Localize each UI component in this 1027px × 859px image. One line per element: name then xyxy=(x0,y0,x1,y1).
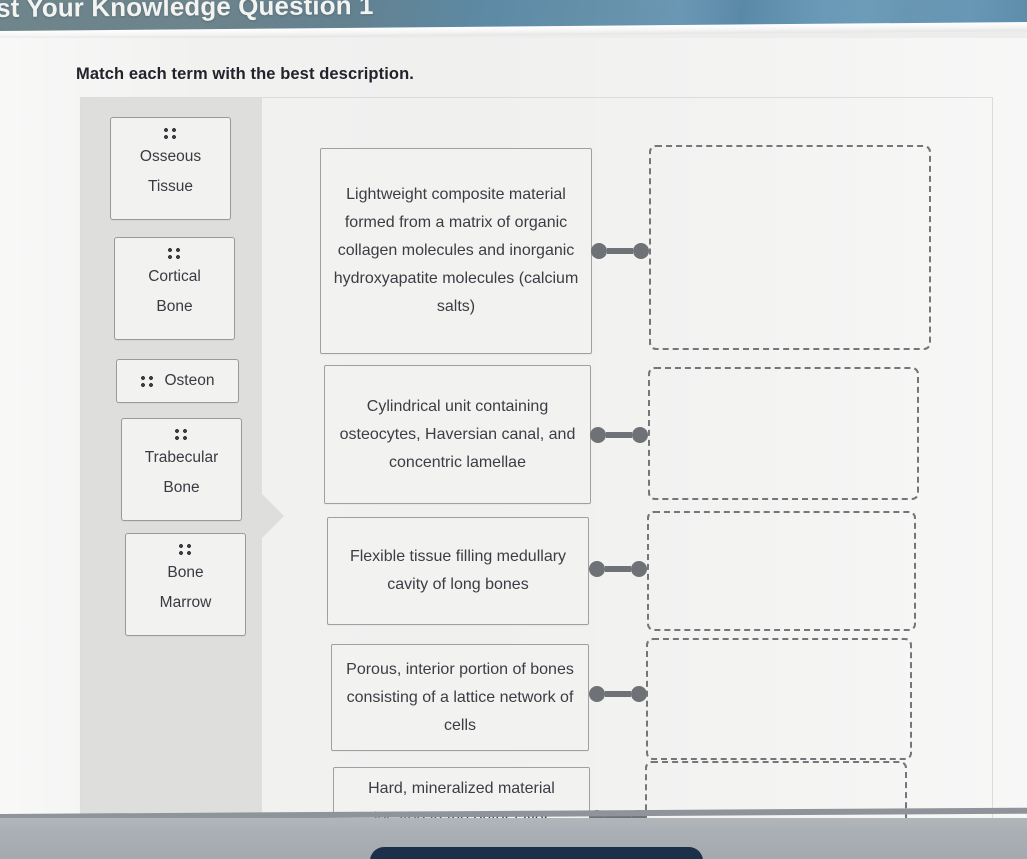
connector-knob-left xyxy=(590,427,606,443)
drag-handle-icon[interactable] xyxy=(168,248,181,259)
term-chip-trabecular-bone[interactable]: Trabecular Bone xyxy=(121,418,242,521)
connector-knob-right xyxy=(631,561,647,577)
connector-knob-left xyxy=(589,686,605,702)
description-card[interactable]: Flexible tissue filling medullary cavity… xyxy=(327,517,589,625)
connector-bar xyxy=(605,566,631,572)
instruction-text: Match each term with the best descriptio… xyxy=(76,65,414,83)
device-chin-element xyxy=(370,847,703,859)
page-title: st Your Knowledge Question 1 xyxy=(0,0,374,23)
term-chip-bone-marrow[interactable]: Bone Marrow xyxy=(125,533,246,636)
connector-bar xyxy=(605,691,631,697)
term-label-line2: Bone xyxy=(163,479,200,496)
connector-knob-right xyxy=(631,686,647,702)
term-chip-osteon[interactable]: Osteon xyxy=(116,359,239,403)
rail-arrow-nub xyxy=(262,494,284,538)
connector-knob-right xyxy=(633,243,649,259)
term-label-line1: Osseous xyxy=(139,148,202,165)
matching-activity-card: Osseous Tissue Cortical Bone Osteon Trab… xyxy=(80,97,993,859)
screenshot-root: st Your Knowledge Question 1 Match each … xyxy=(0,0,1027,859)
description-card[interactable]: Lightweight composite material formed fr… xyxy=(320,148,592,354)
connector-knob-left xyxy=(589,561,605,577)
dropzone-4[interactable] xyxy=(646,638,912,760)
dropzone-2[interactable] xyxy=(648,367,919,500)
term-chip-osseous-tissue[interactable]: Osseous Tissue xyxy=(110,117,231,220)
page-body: Match each term with the best descriptio… xyxy=(0,38,1027,859)
term-label-line2: Tissue xyxy=(147,178,194,195)
connector-bar xyxy=(606,432,632,438)
connector-knob-right xyxy=(632,427,648,443)
drag-handle-icon[interactable] xyxy=(164,128,177,139)
description-card[interactable]: Porous, interior portion of bones consis… xyxy=(331,644,589,751)
term-label-line1: Bone xyxy=(167,564,204,581)
dropzone-1[interactable] xyxy=(649,145,931,350)
term-chip-cortical-bone[interactable]: Cortical Bone xyxy=(114,237,235,340)
term-label-line1: Trabecular xyxy=(144,449,219,466)
connector-bar xyxy=(607,248,633,254)
drag-handle-icon[interactable] xyxy=(179,544,192,555)
term-label-line1: Osteon xyxy=(164,372,215,390)
term-label-line1: Cortical xyxy=(148,268,201,285)
connector-knob-left xyxy=(591,243,607,259)
connector-link xyxy=(589,686,647,702)
dropzone-3[interactable] xyxy=(647,511,916,631)
connector-link xyxy=(590,427,648,443)
description-card[interactable]: Cylindrical unit containing osteocytes, … xyxy=(324,365,591,504)
term-label-line2: Bone xyxy=(156,298,193,315)
drag-handle-icon[interactable] xyxy=(175,429,188,440)
connector-link xyxy=(589,561,647,577)
connector-link xyxy=(591,243,649,259)
term-label-line2: Marrow xyxy=(159,594,212,611)
drag-handle-icon[interactable] xyxy=(140,375,154,387)
